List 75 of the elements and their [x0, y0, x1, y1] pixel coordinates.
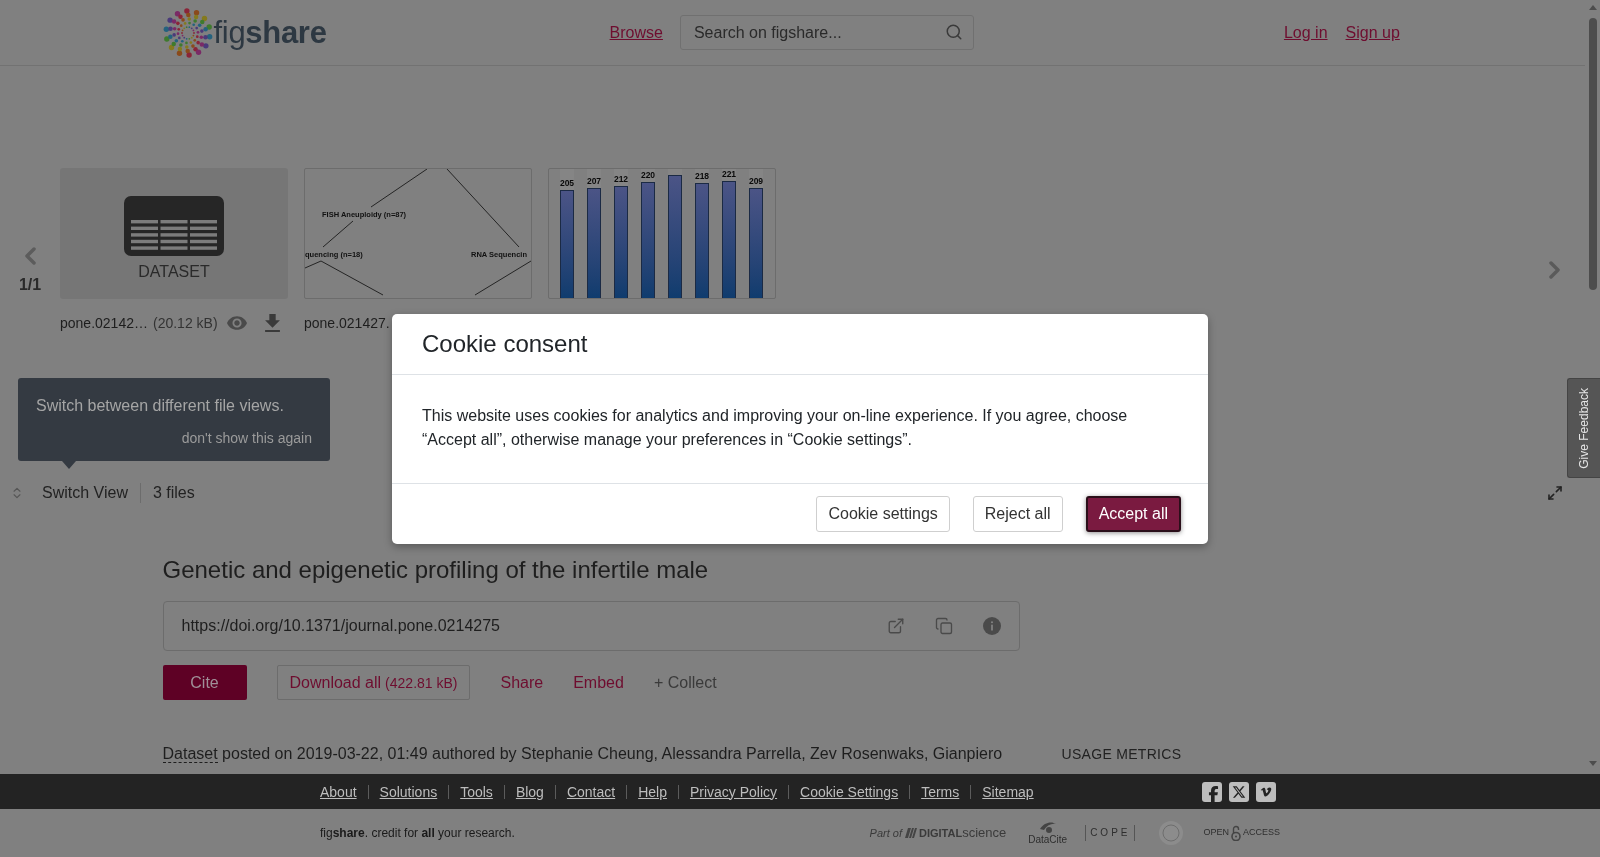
item-type-link[interactable]: Dataset	[162, 745, 218, 763]
switch-view-button[interactable]: Switch View	[10, 481, 128, 504]
footer-link[interactable]: Sitemap	[982, 782, 1034, 801]
dialog-button[interactable]: Cookie settings	[816, 496, 950, 532]
facebook-icon[interactable]	[1202, 781, 1222, 802]
footer-link[interactable]: Help	[638, 782, 667, 801]
eye-icon[interactable]	[226, 316, 247, 330]
external-link-icon[interactable]	[886, 617, 905, 635]
partner-logo-text: DIGITALscience	[918, 824, 1007, 843]
partner-logo-text: DataCite	[1028, 834, 1068, 846]
page-counter: 1/1	[18, 275, 42, 295]
stripes-logo-icon	[904, 828, 917, 838]
partner-logo-text: ACCESS	[1243, 826, 1280, 840]
scroll-down-arrow-icon[interactable]	[1588, 761, 1597, 766]
footer-link[interactable]: Privacy Policy	[689, 782, 778, 801]
auth-link[interactable]: Sign up	[1345, 21, 1400, 44]
cite-button[interactable]: Cite	[162, 665, 247, 700]
bar-value-label: 220	[640, 170, 656, 180]
info-icon[interactable]	[982, 617, 1001, 635]
file-thumbnail[interactable]: 205 207 212 220 218 221 209	[548, 168, 776, 299]
dialog-button[interactable]: Reject all	[972, 496, 1063, 532]
footer-link[interactable]: Blog	[515, 782, 544, 801]
search-field[interactable]: Search on figshare...	[679, 15, 974, 50]
footer-link[interactable]: Solutions	[379, 782, 438, 801]
vimeo-icon[interactable]	[1256, 781, 1276, 802]
home-logo-link[interactable]: figshare	[162, 7, 327, 58]
footer-link[interactable]: Contact	[566, 782, 616, 801]
dialog-button[interactable]: Accept all	[1085, 496, 1181, 532]
bar-value-label: 205	[559, 178, 575, 188]
table-icon	[124, 196, 224, 256]
dialog-message: This website uses cookies for analytics and improving your on-line experience. If you agree, choose “Accept all”, otherwise manage your preferences in “Cookie settings”.	[422, 406, 1129, 450]
give-feedback-tab[interactable]: Give Feedback	[1567, 378, 1600, 478]
expand-icon[interactable]	[1547, 484, 1563, 501]
dataset-file-card[interactable]: DATASET	[60, 168, 288, 299]
file-name[interactable]: pone.02142…	[60, 312, 148, 334]
bar-value-label: 218	[694, 172, 710, 182]
usage-metrics-heading: USAGE METRICS	[1061, 745, 1182, 764]
footer-link[interactable]: Tools	[460, 782, 493, 801]
file-size: (20.12 kB)	[152, 313, 218, 333]
auth-link[interactable]: Log in	[1283, 21, 1328, 44]
file-name[interactable]: pone.021427.	[304, 312, 390, 334]
posted-by-text: Dataset posted on 2019-03-22, 01:49 authored by Stephanie Cheung, Alessandra Parrella, Zev Rosenwaks, Gianpiero	[162, 744, 1004, 765]
footer-link[interactable]: About	[320, 782, 357, 801]
spiral-dots-logo-icon	[162, 7, 213, 58]
file-type-label: DATASET	[138, 262, 210, 282]
dialog-title: Cookie consent	[422, 329, 588, 359]
x-logo-icon[interactable]	[1229, 781, 1249, 802]
download-all-button[interactable]: Download all (422.81 kB)	[276, 665, 471, 700]
partner-logo-text: COPE	[1085, 825, 1136, 841]
open-padlock-icon	[1231, 825, 1241, 841]
item-title: Genetic and epigenetic profiling of the infertile male	[162, 555, 710, 585]
download-icon[interactable]	[264, 314, 280, 332]
round-seal-icon	[1159, 821, 1184, 845]
footer-tagline: figshare. credit for all your research.	[320, 825, 515, 842]
partner-logo-text: OPEN	[1203, 826, 1229, 840]
part-of-label: Part of	[869, 825, 902, 841]
file-count: 3 files	[152, 482, 195, 503]
collect-link[interactable]: + Collect	[653, 671, 717, 694]
copy-icon[interactable]	[934, 617, 953, 635]
footer-link[interactable]: Cookie Settings	[800, 782, 899, 801]
action-link[interactable]: Share	[500, 671, 544, 694]
search-icon[interactable]	[944, 23, 963, 41]
swoosh-logo-icon	[1037, 820, 1058, 834]
doi-url[interactable]: https://doi.org/10.1371/journal.pone.0214275	[181, 614, 500, 638]
bar-value-label: 221	[721, 169, 737, 179]
bar-value-label: 207	[586, 177, 602, 187]
tooltip-text: Switch between different file views.	[36, 396, 285, 416]
scrollbar-thumb[interactable]	[1588, 18, 1597, 290]
footer-link[interactable]: Terms	[921, 782, 960, 801]
action-link[interactable]: Embed	[573, 671, 624, 694]
dont-show-again-link[interactable]: don't show this again	[181, 429, 312, 447]
bar-value-label: 209	[748, 177, 764, 187]
bar-value-label: 212	[613, 174, 629, 184]
browse-link[interactable]: Browse	[609, 21, 663, 44]
scroll-up-arrow-icon[interactable]	[1588, 5, 1597, 10]
